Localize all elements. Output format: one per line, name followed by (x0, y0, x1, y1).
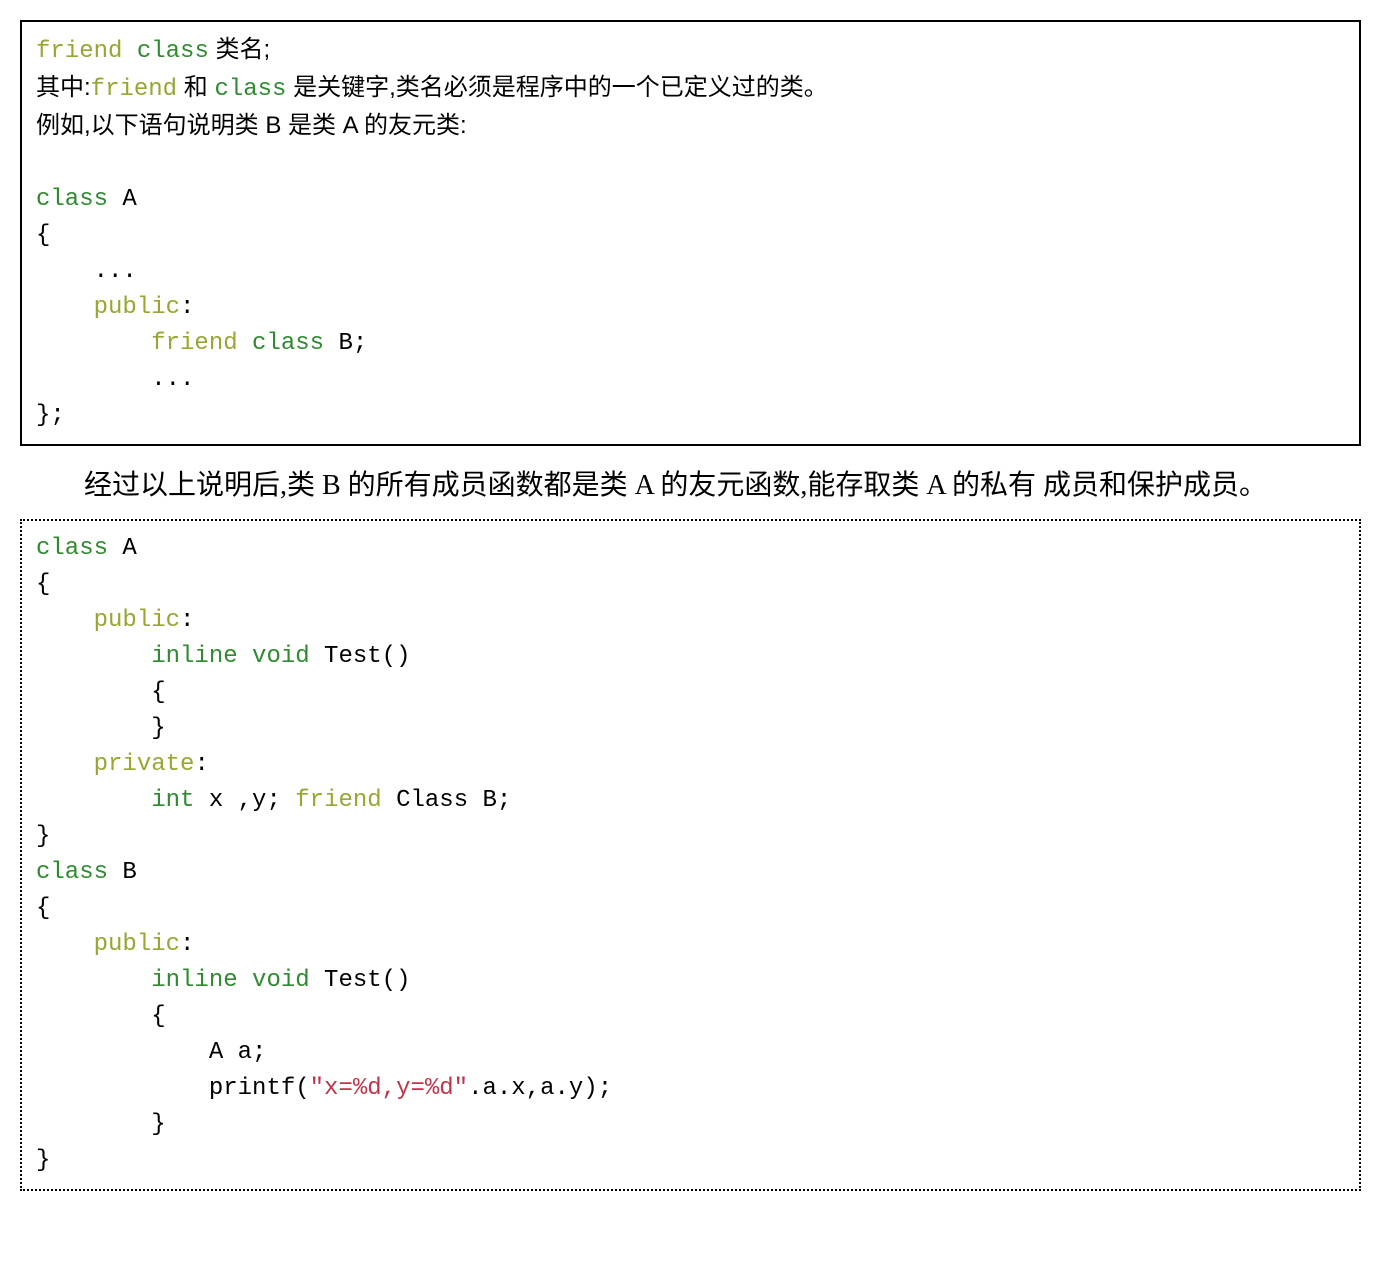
code-text: A (108, 186, 137, 213)
code-text: } (36, 1111, 166, 1138)
keyword-friend: friend (91, 76, 177, 103)
code-text: : (194, 751, 208, 778)
code-text: A (108, 535, 137, 562)
code-text: { (36, 679, 166, 706)
keyword-friend: friend (151, 330, 237, 357)
keyword-class: class (36, 859, 108, 886)
code-text (36, 931, 94, 958)
code-text (36, 607, 94, 634)
code-text: { (36, 895, 50, 922)
code-text: Test() (310, 643, 411, 670)
keyword-void: void (252, 967, 310, 994)
string-literal: "x=%d,y=%d" (310, 1075, 468, 1102)
code-text: } (36, 1147, 50, 1174)
code-text: .a.x,a.y); (468, 1075, 612, 1102)
keyword-class: class (36, 186, 108, 213)
code-text: { (36, 1003, 166, 1030)
code-text: ... (36, 366, 194, 393)
code-text: B (108, 859, 137, 886)
keyword-public: public (36, 294, 180, 321)
code-text: } (36, 823, 50, 850)
code-text: ... (36, 258, 137, 285)
code-text (36, 643, 151, 670)
code-text (238, 330, 252, 357)
keyword-void: void (252, 643, 310, 670)
keyword-inline: inline (151, 643, 237, 670)
code-text: 是关键字,类名必须是程序中的一个已定义过的类。 (286, 74, 827, 101)
code-text: 和 (177, 74, 214, 101)
keyword-friend: friend (295, 787, 381, 814)
explanation-paragraph: 经过以上说明后,类 B 的所有成员函数都是类 A 的友元函数,能存取类 A 的私… (20, 460, 1361, 519)
code-text (36, 330, 151, 357)
code-block-friend-example: class A { public: inline void Test() { }… (20, 519, 1361, 1191)
code-block-friend-syntax: friend class 类名; 其中:friend 和 class 是关键字,… (20, 20, 1361, 446)
keyword-public: public (94, 607, 180, 634)
keyword-class: class (214, 76, 286, 103)
code-text: 例如,以下语句说明类 B 是类 A 的友元类: (36, 112, 467, 139)
code-text (238, 643, 252, 670)
code-text: printf( (36, 1075, 310, 1102)
code-text: 其中: (36, 74, 91, 101)
paragraph-text: 经过以上说明后,类 B 的所有成员函数都是类 A 的友元函数,能存取类 A 的私… (84, 470, 1267, 501)
keyword-inline: inline (151, 967, 237, 994)
code-text: 类名; (209, 36, 270, 63)
keyword-class: class (252, 330, 324, 357)
code-text: : (180, 294, 194, 321)
code-text: A a; (36, 1039, 266, 1066)
code-text (36, 787, 151, 814)
code-text (36, 967, 151, 994)
code-text: : (180, 931, 194, 958)
code-text (36, 751, 94, 778)
keyword-int: int (151, 787, 194, 814)
code-text: }; (36, 402, 65, 429)
code-text: { (36, 222, 50, 249)
code-pre-2: class A { public: inline void Test() { }… (36, 531, 1345, 1179)
code-text (238, 967, 252, 994)
code-text: Class B; (382, 787, 512, 814)
code-text: : (180, 607, 194, 634)
code-text: { (36, 571, 50, 598)
keyword-class: class (36, 535, 108, 562)
code-text: B; (324, 330, 367, 357)
code-text: Test() (310, 967, 411, 994)
code-text: x ,y; (194, 787, 295, 814)
keyword-class: class (137, 38, 209, 65)
code-text: } (36, 715, 166, 742)
keyword-private: private (94, 751, 195, 778)
code-pre-1: friend class 类名; 其中:friend 和 class 是关键字,… (36, 32, 1345, 434)
keyword-public: public (94, 931, 180, 958)
keyword-friend: friend (36, 38, 122, 65)
